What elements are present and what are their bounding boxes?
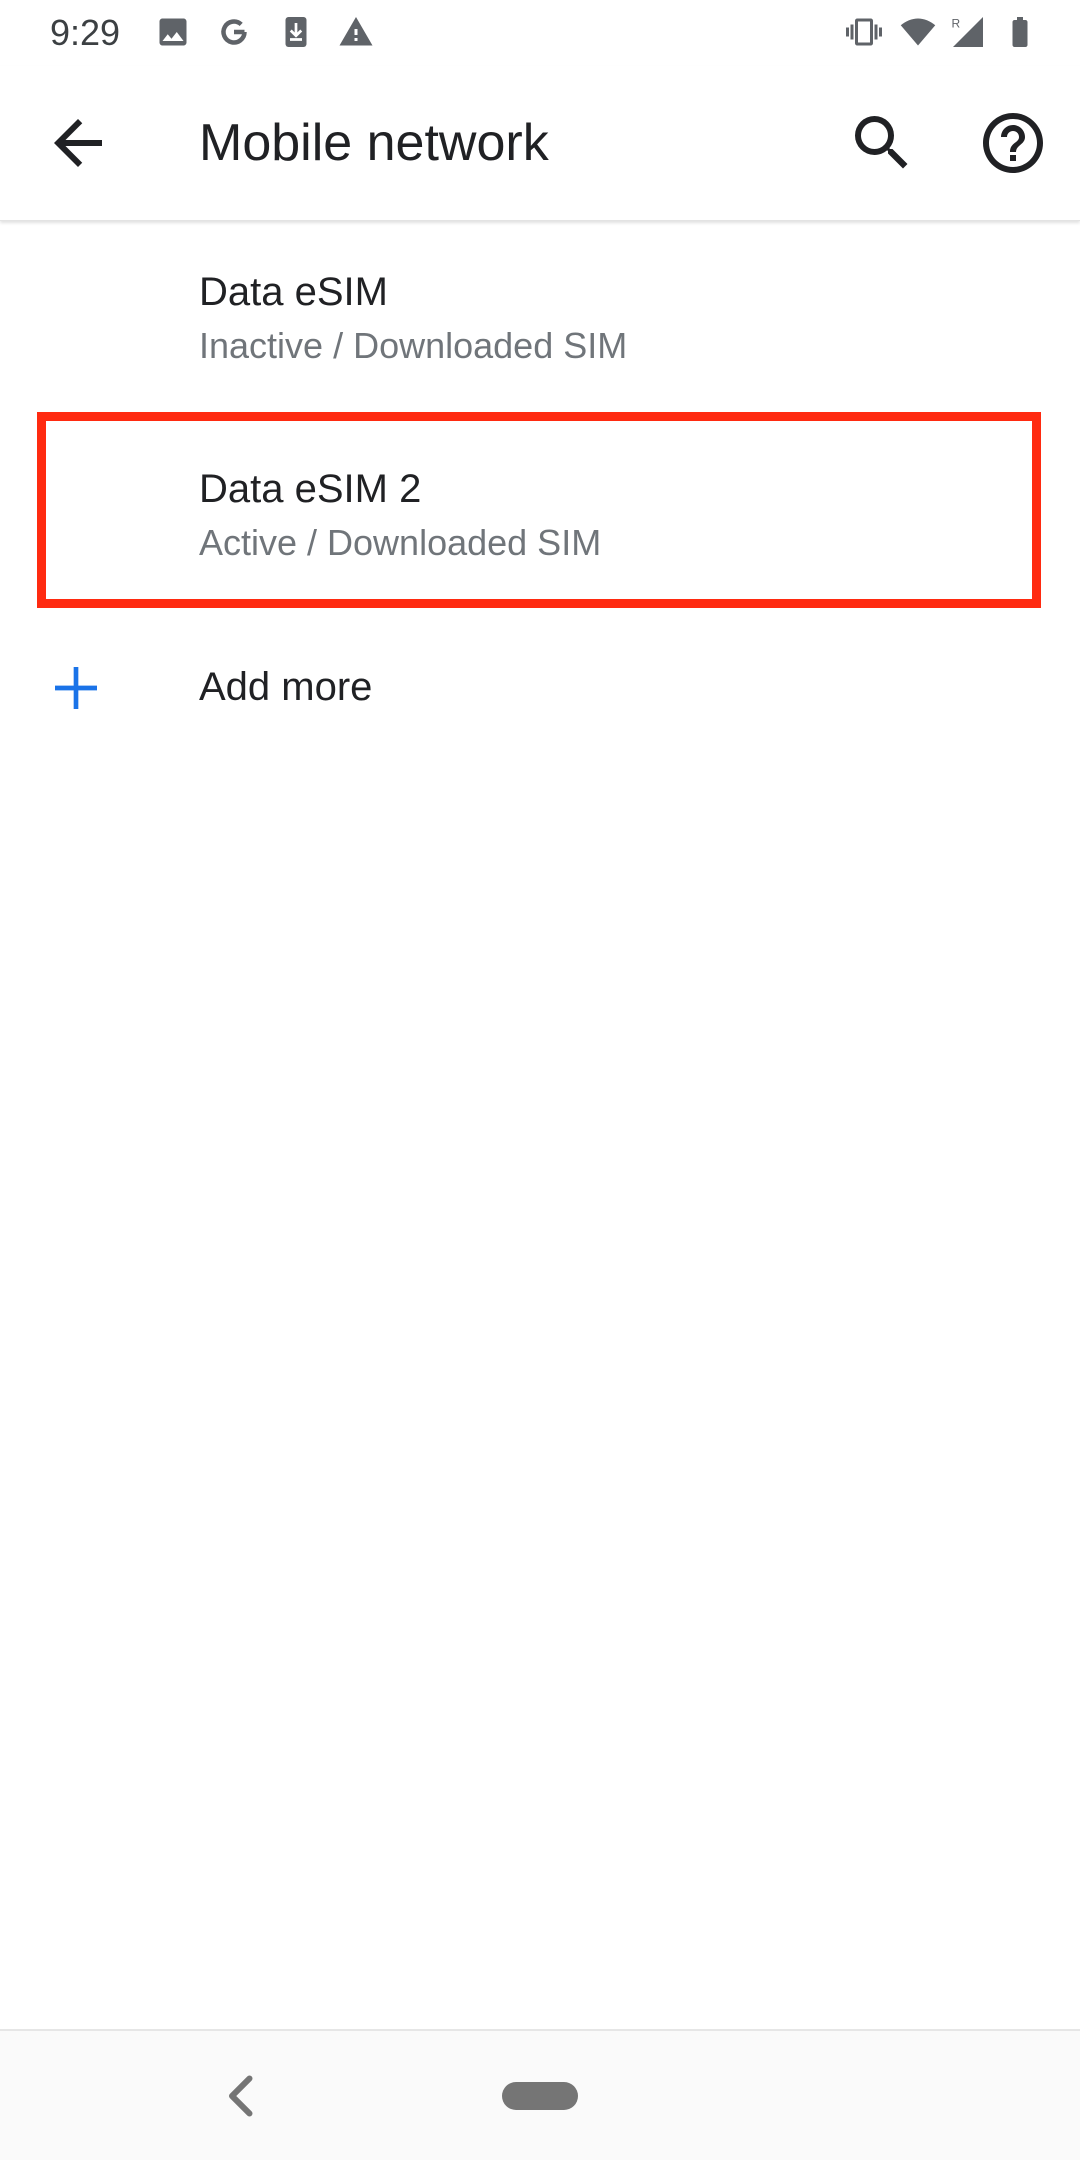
- add-more-button[interactable]: Add more: [0, 614, 1080, 758]
- list-item-sim-1[interactable]: Data eSIM Inactive / Downloaded SIM: [0, 221, 1080, 418]
- download-icon: [278, 14, 314, 50]
- battery-icon: [1002, 14, 1038, 50]
- nav-bar: [0, 2029, 1080, 2160]
- plus-icon: [48, 660, 104, 716]
- app-bar: Mobile network: [0, 66, 1080, 221]
- screen: 9:29 R Mobile network Data eSIM Inactive…: [0, 0, 1080, 2160]
- status-time: 9:29: [50, 12, 121, 53]
- status-bar: 9:29 R: [0, 0, 1080, 66]
- roaming-label: R: [952, 17, 961, 31]
- arrow-back-icon[interactable]: [42, 107, 114, 179]
- wifi-icon: [900, 14, 936, 50]
- help-icon[interactable]: [977, 107, 1049, 179]
- home-pill-icon[interactable]: [502, 2082, 578, 2110]
- image-icon: [155, 14, 191, 50]
- page-title: Mobile network: [199, 114, 549, 172]
- sim-list: Data eSIM Inactive / Downloaded SIM Data…: [0, 221, 1080, 615]
- sim-status: Inactive / Downloaded SIM: [199, 325, 628, 366]
- google-g-icon: [216, 14, 252, 50]
- signal-roaming-icon: R: [950, 14, 986, 50]
- sim-title: Data eSIM 2: [199, 467, 422, 511]
- search-icon[interactable]: [846, 107, 918, 179]
- nav-back-icon[interactable]: [222, 2071, 262, 2121]
- vibrate-icon: [846, 14, 882, 50]
- warning-icon: [338, 14, 374, 50]
- list-item-sim-2[interactable]: Data eSIM 2 Active / Downloaded SIM: [0, 418, 1080, 615]
- sim-title: Data eSIM: [199, 270, 388, 314]
- add-more-label: Add more: [199, 665, 373, 709]
- sim-status: Active / Downloaded SIM: [199, 522, 602, 563]
